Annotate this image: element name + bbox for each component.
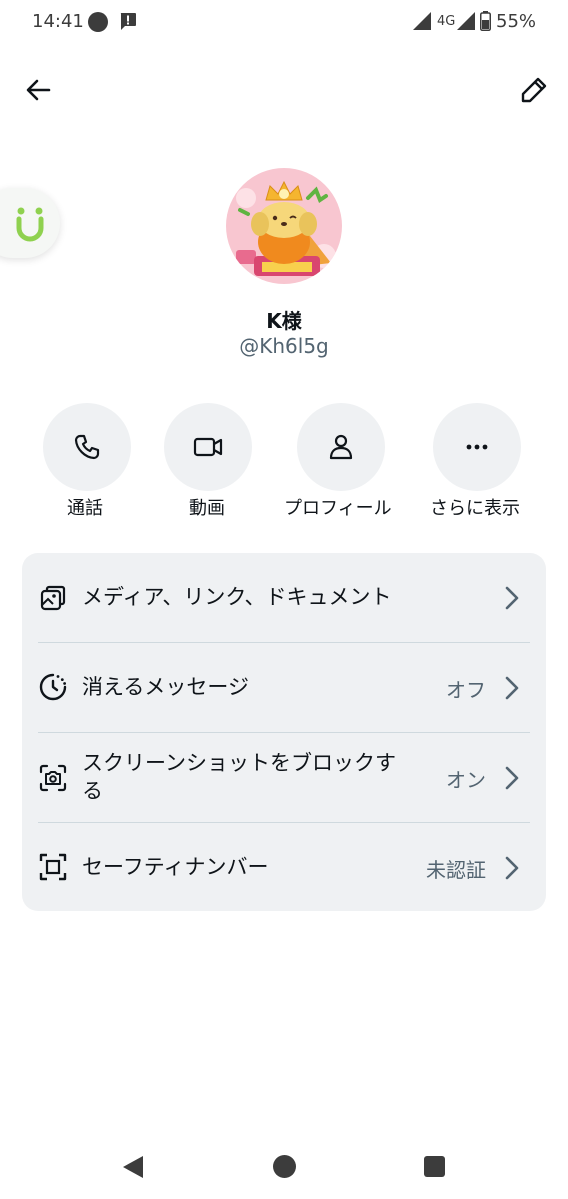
call-button[interactable] <box>43 403 131 491</box>
profile-handle: @Kh6l5g <box>239 334 329 358</box>
nav-recents-icon[interactable] <box>424 1156 445 1177</box>
video-camera-icon <box>193 437 223 457</box>
pencil-icon <box>521 77 547 103</box>
nav-home-icon[interactable] <box>273 1155 296 1178</box>
message-alert-icon <box>120 13 136 30</box>
network-type: 4G <box>437 14 456 29</box>
profile-name: K様 <box>266 309 302 333</box>
more-horizontal-icon <box>466 444 488 450</box>
edit-button[interactable] <box>512 68 556 112</box>
chevron-right-icon <box>505 766 519 790</box>
chevron-right-icon <box>505 856 519 880</box>
chat-details-screen: 14:41 4G 55% K様 @Kh6l5g 通話 動画 プロフィール さらに… <box>0 0 568 1199</box>
notification-dot-icon <box>88 12 108 32</box>
chevron-right-icon <box>505 586 519 610</box>
settings-value-disappearing: オフ <box>446 678 486 702</box>
status-bar: 14:41 4G 55% <box>0 0 568 44</box>
smile-u-icon <box>16 207 44 242</box>
back-button[interactable] <box>18 70 58 110</box>
scan-frame-icon <box>39 853 67 881</box>
settings-value-screenshot: オン <box>446 768 486 792</box>
signal-icon <box>413 12 431 30</box>
media-stack-icon <box>40 585 66 611</box>
settings-label-screenshot-line1: スクリーンショットをブロックす <box>82 751 396 775</box>
system-nav-bar <box>0 1130 568 1199</box>
more-button[interactable] <box>433 403 521 491</box>
person-icon <box>329 434 353 460</box>
signal-icon <box>457 12 475 30</box>
status-time: 14:41 <box>32 11 84 32</box>
chevron-right-icon <box>505 676 519 700</box>
avatar[interactable] <box>226 168 342 284</box>
settings-label-disappearing: 消えるメッセージ <box>82 675 249 699</box>
timer-icon <box>39 673 67 701</box>
settings-row-safety-number[interactable]: セーフティナンバー 未認証 <box>22 823 546 912</box>
floating-assistant-widget[interactable] <box>0 188 60 258</box>
phone-icon <box>74 434 100 460</box>
avatar-image <box>226 168 342 284</box>
settings-card: メディア、リンク、ドキュメント 消えるメッセージ オフ スクリーンショットをブロ… <box>22 553 546 911</box>
battery-icon <box>480 11 491 31</box>
nav-back-icon[interactable] <box>122 1155 144 1179</box>
settings-label-safety-number: セーフティナンバー <box>82 855 269 879</box>
more-label: さらに表示 <box>430 498 520 519</box>
settings-label-media: メディア、リンク、ドキュメント <box>82 585 392 609</box>
settings-row-media[interactable]: メディア、リンク、ドキュメント <box>22 553 546 642</box>
arrow-left-icon <box>26 79 51 101</box>
battery-percent: 55% <box>496 11 537 32</box>
screenshot-camera-icon <box>39 764 67 792</box>
profile-label: プロフィール <box>284 498 392 519</box>
call-label: 通話 <box>67 498 103 519</box>
settings-value-safety-number: 未認証 <box>426 858 486 882</box>
video-button[interactable] <box>164 403 252 491</box>
settings-row-disappearing[interactable]: 消えるメッセージ オフ <box>22 643 546 732</box>
video-label: 動画 <box>189 498 225 519</box>
settings-label-screenshot-line2: る <box>82 779 103 803</box>
settings-row-screenshot[interactable]: スクリーンショットをブロックす る オン <box>22 733 546 822</box>
profile-button[interactable] <box>297 403 385 491</box>
